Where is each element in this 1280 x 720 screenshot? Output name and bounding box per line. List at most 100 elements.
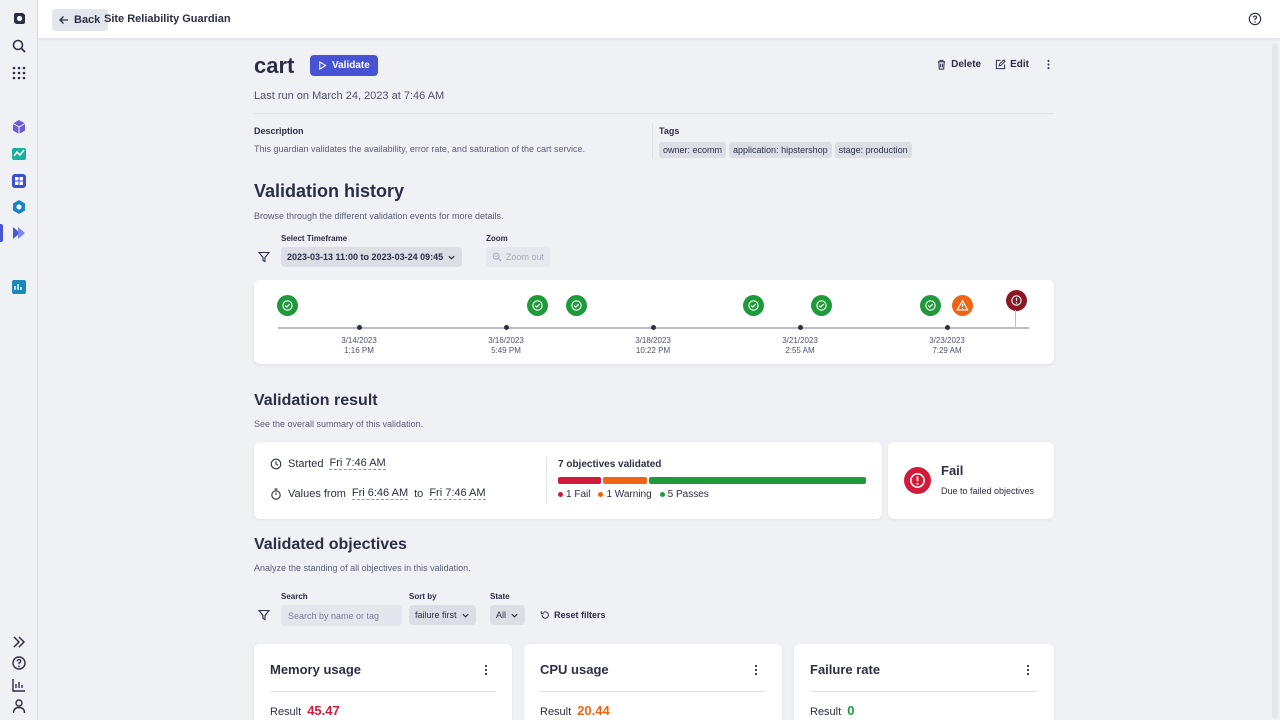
validation-history-title: Validation history (254, 181, 405, 201)
values-from-value[interactable]: Fri 6:46 AM (351, 487, 409, 500)
validation-event-fail[interactable] (1006, 290, 1027, 311)
check-circle-icon (532, 300, 543, 311)
dashboard-app-icon[interactable] (9, 171, 29, 191)
validate-button[interactable]: Validate (310, 55, 378, 76)
trash-icon (937, 59, 946, 70)
started-label: Started (288, 457, 324, 470)
validation-event-pass[interactable] (277, 295, 298, 316)
page-actions: Delete Edit (936, 59, 1054, 70)
hexagon-app-icon[interactable] (9, 197, 29, 217)
objective-card-memory[interactable]: Memory usage Result 45.47 (254, 644, 512, 720)
sort-select[interactable]: failure first (409, 605, 476, 625)
validated-objectives-subtitle: Analyze the standing of all objectives i… (254, 563, 471, 573)
validate-label: Validate (332, 60, 370, 71)
arrow-left-icon (59, 16, 68, 24)
page-title: cart (254, 53, 295, 78)
tag[interactable]: application: hipstershop (729, 142, 832, 158)
pinned-app-icon[interactable] (9, 277, 29, 297)
back-button[interactable]: Back (52, 9, 109, 31)
expand-rail-icon[interactable] (9, 632, 29, 652)
validation-event-warning[interactable] (952, 295, 973, 316)
timeline-tick-label: 3/21/2023 2:55 AM (765, 336, 835, 356)
more-vertical-icon[interactable] (480, 664, 492, 676)
objective-result: Result 20.44 (540, 703, 610, 718)
zoom-out-button[interactable]: Zoom out (486, 247, 551, 267)
sort-label: Sort by (409, 592, 437, 601)
divider (652, 123, 653, 159)
validation-event-pass[interactable] (920, 295, 941, 316)
alert-circle-icon (1011, 295, 1022, 306)
fail-count: 1 Fail (566, 489, 591, 500)
tag[interactable]: owner: ecomm (659, 142, 727, 158)
play-icon (319, 61, 327, 70)
started-value[interactable]: Fri 7:46 AM (329, 457, 386, 470)
guardian-app-icon[interactable] (9, 223, 29, 243)
notebook-app-icon[interactable] (9, 144, 29, 164)
divider (270, 691, 496, 692)
fail-segment (558, 477, 602, 484)
validation-event-pass[interactable] (566, 295, 587, 316)
tick-time: 2:55 AM (785, 346, 815, 355)
app-title: Site Reliability Guardian (104, 13, 231, 25)
objective-card-failure-rate[interactable]: Failure rate Result 0 (794, 644, 1054, 720)
apps-grid-icon[interactable] (9, 63, 29, 83)
scrollbar[interactable] (1272, 43, 1278, 719)
objective-card-cpu[interactable]: CPU usage Result 20.44 (524, 644, 782, 720)
reset-filters-button[interactable]: Reset filters (540, 610, 606, 620)
delete-button[interactable]: Delete (936, 59, 981, 70)
user-icon[interactable] (9, 696, 29, 716)
validation-event-pass[interactable] (743, 295, 764, 316)
edit-icon (995, 59, 1006, 70)
objective-name: Failure rate (810, 662, 881, 677)
check-circle-icon (816, 300, 827, 311)
divider (546, 457, 547, 504)
more-vertical-icon[interactable] (1022, 664, 1034, 676)
validated-objectives-title: Validated objectives (254, 536, 407, 553)
more-options-button[interactable] (1043, 59, 1054, 70)
state-value: All (496, 610, 507, 620)
check-circle-icon (571, 300, 582, 311)
values-to-value[interactable]: Fri 7:46 AM (429, 487, 486, 500)
to-label: to (414, 487, 424, 500)
pass-segment (648, 477, 866, 484)
tick-date: 3/14/2023 (341, 336, 377, 345)
check-circle-icon (282, 300, 293, 311)
tag[interactable]: stage: production (834, 142, 912, 158)
filter-icon (258, 251, 270, 263)
analytics-icon[interactable] (9, 675, 29, 695)
reset-label: Reset filters (554, 610, 606, 620)
state-select[interactable]: All (490, 605, 526, 625)
edit-button[interactable]: Edit (995, 59, 1029, 70)
reset-icon (540, 611, 549, 619)
delete-label: Delete (951, 59, 982, 70)
dynatrace-logo-icon[interactable] (9, 9, 29, 29)
stopwatch-icon (271, 487, 281, 500)
cube-app-icon[interactable] (9, 117, 29, 137)
validation-timeline: 3/14/2023 1:16 PM 3/16/2023 5:49 PM 3/18/202… (254, 280, 1054, 364)
objective-search-input[interactable]: Search by name or tag (281, 605, 402, 626)
warning-segment (603, 477, 647, 484)
warning-icon (956, 299, 969, 311)
search-placeholder: Search by name or tag (288, 610, 380, 621)
result-value: 20.44 (577, 703, 610, 718)
timeline-tick (945, 325, 950, 330)
warning-count: 1 Warning (606, 489, 652, 500)
search-icon[interactable] (9, 36, 29, 56)
check-circle-icon (925, 300, 936, 311)
validation-event-pass[interactable] (527, 295, 548, 316)
edit-label: Edit (1010, 59, 1029, 70)
timeline-tick-label: 3/16/2023 5:49 PM (471, 336, 541, 356)
tick-date: 3/21/2023 (782, 336, 818, 345)
more-vertical-icon[interactable] (750, 664, 762, 676)
timeframe-select[interactable]: 2023-03-13 11:00 to 2023-03-24 09:45 (281, 247, 463, 267)
help-icon[interactable] (1248, 12, 1262, 26)
tick-time: 1:16 PM (344, 346, 374, 355)
filter-icon (258, 609, 270, 621)
left-rail (0, 0, 38, 720)
help-icon[interactable] (9, 653, 29, 673)
sort-value: failure first (415, 610, 457, 620)
tick-date: 3/23/2023 (929, 336, 965, 345)
selected-event-stem (1015, 310, 1016, 327)
validation-event-pass[interactable] (811, 295, 832, 316)
tags-label: Tags (659, 126, 680, 136)
